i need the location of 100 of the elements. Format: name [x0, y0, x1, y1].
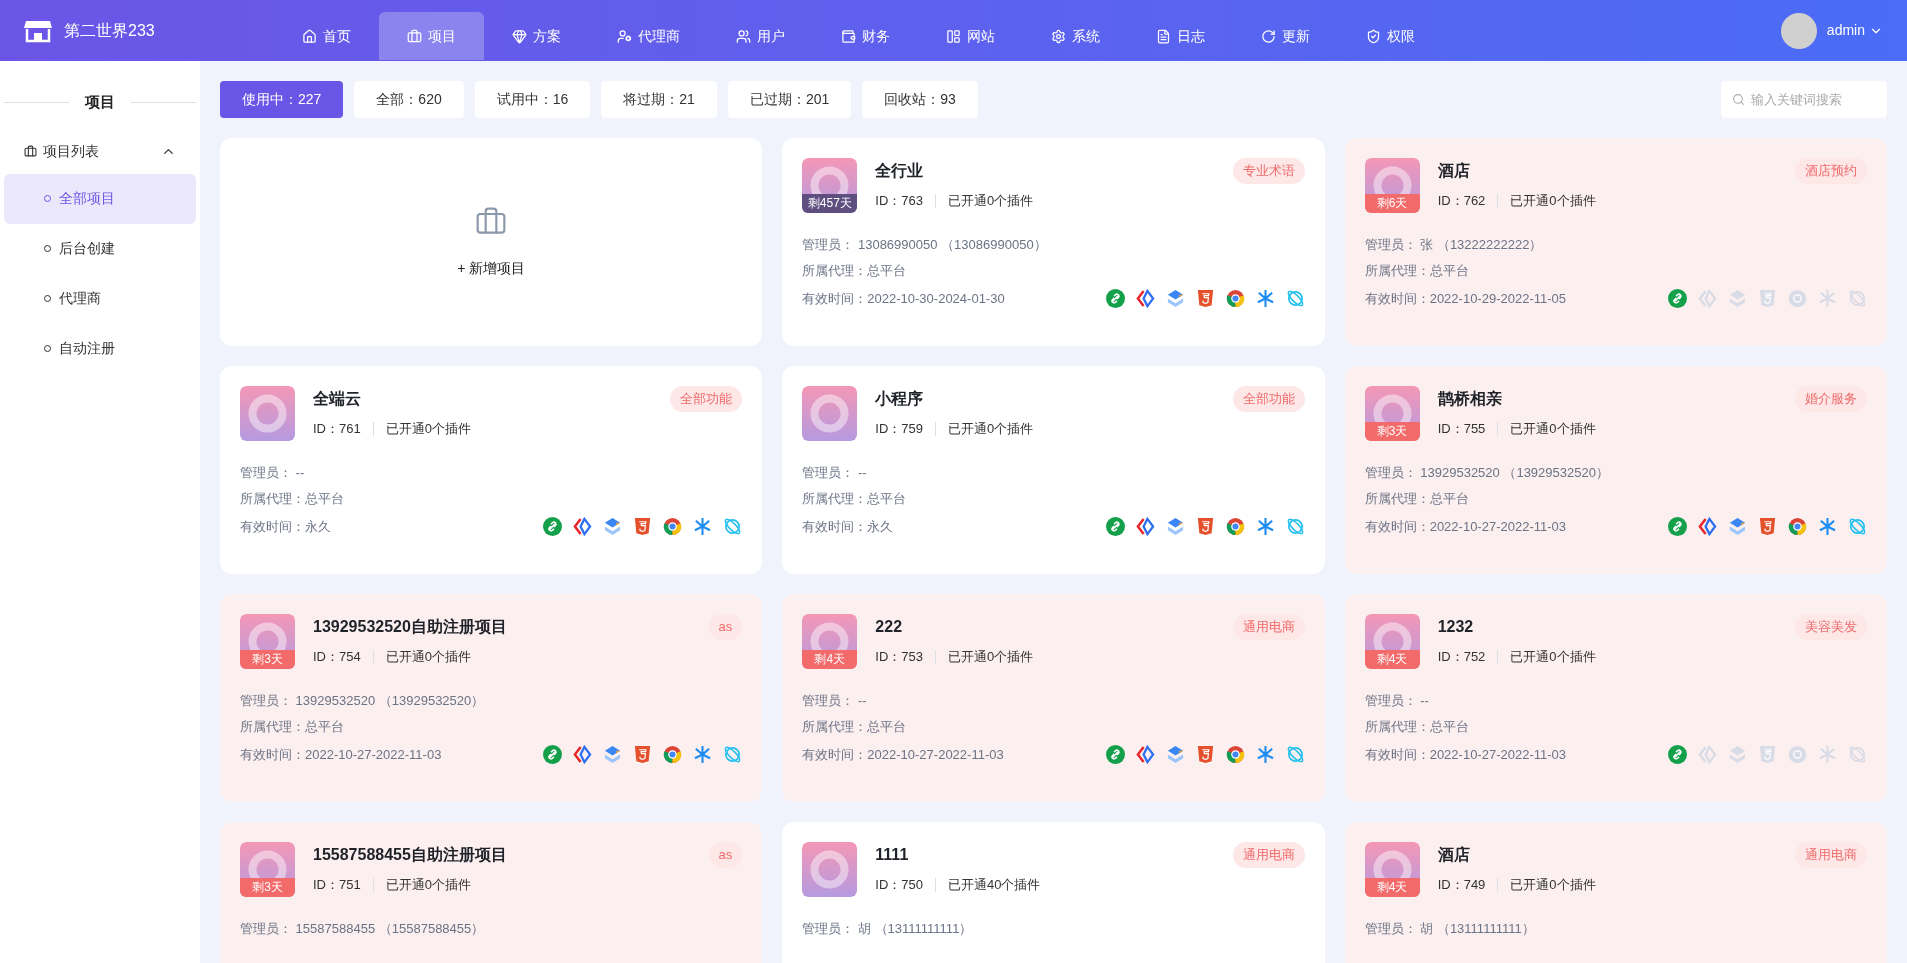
settings-icon — [1051, 28, 1066, 44]
project-card[interactable]: 剩457天 全行业 专业术语 ID：763 已开通0个插件 管理员： 13086990050 （13086990050） 所属代理：总平台 有效时间：2022-10-30-2024-01-30 — [782, 138, 1325, 346]
nav-tab[interactable]: 首页 — [274, 12, 379, 60]
agent-text: 所属代理：总平台 — [240, 719, 344, 735]
sidebar-item[interactable]: 后台创建 — [4, 223, 196, 274]
admin-text: 管理员： -- — [1364, 693, 1429, 709]
home-icon — [302, 28, 317, 44]
search-icon — [1732, 93, 1745, 106]
admin-text: 管理员： 13929532520 （13929532520） — [1364, 465, 1609, 481]
agent-text: 所属代理：总平台 — [1364, 491, 1469, 507]
project-id: ID：759 — [875, 420, 924, 438]
nav-tab[interactable]: 代理商 — [589, 12, 708, 60]
nav-tab[interactable]: 系统 — [1023, 12, 1128, 60]
users-icon — [736, 28, 751, 44]
sidebar-item[interactable]: 自动注册 — [4, 323, 196, 374]
plugin-count: 已开通40个插件 — [948, 876, 1041, 894]
admin-text: 管理员： -- — [802, 465, 867, 481]
valid-period: 有效时间：2022-10-27-2022-11-03 — [1364, 746, 1567, 763]
group-toggle[interactable]: 项目列表 — [4, 131, 196, 172]
filter-tab[interactable]: 回收站：93 — [862, 81, 978, 118]
agent-text: 所属代理：总平台 — [802, 263, 907, 279]
project-name: 13929532520自助注册项目 — [313, 617, 507, 637]
document-icon — [1156, 28, 1171, 44]
project-card[interactable]: 剩3天 鹊桥相亲 婚介服务 ID：755 已开通0个插件 管理员： 13929532520 （13929532520） 所属代理：总平台 有效时间：2022-10-27-2022-11-03 — [1344, 366, 1887, 574]
filter-tab[interactable]: 试用中：16 — [474, 81, 591, 118]
days-left-badge: 剩457天 — [802, 194, 858, 213]
project-id: ID：762 — [1437, 192, 1486, 210]
project-name: 222 — [875, 617, 903, 637]
project-card[interactable]: 小程序 全部功能 ID：759 已开通0个插件 管理员： -- 所属代理：总平台 有效时间：永久 — [782, 366, 1325, 574]
filter-tab[interactable]: 全部：620 — [354, 81, 464, 118]
admin-text: 管理员： 13086990050 （13086990050） — [802, 237, 1047, 253]
ring-icon — [240, 386, 295, 441]
project-name: 1232 — [1437, 617, 1474, 637]
project-name: 1111 — [875, 845, 909, 865]
category-tag: 全部功能 — [670, 386, 743, 412]
nav-tab[interactable]: 财务 — [813, 12, 918, 60]
project-id: ID：753 — [875, 648, 924, 666]
project-name: 鹊桥相亲 — [1437, 389, 1502, 409]
plugin-count: 已开通0个插件 — [1510, 420, 1596, 438]
nav-tab[interactable]: 更新 — [1233, 12, 1338, 60]
shield-icon — [1366, 28, 1381, 44]
project-card[interactable]: 剩4天 222 通用电商 ID：753 已开通0个插件 管理员： -- 所属代理：总平台 有效时间：2022-10-27-2022-11-03 — [782, 594, 1325, 802]
category-tag: 美容美发 — [1795, 614, 1867, 640]
project-id: ID：751 — [313, 876, 361, 894]
sidebar-item[interactable]: 全部项目 — [4, 173, 196, 224]
project-card[interactable]: 剩4天 酒店 通用电商 ID：749 已开通0个插件 管理员： 胡 （13111111111） — [1344, 822, 1887, 963]
admin-text: 管理员： 13929532520 （13929532520） — [240, 693, 485, 709]
store-icon — [24, 18, 52, 43]
project-card[interactable]: 1111 通用电商 ID：750 已开通40个插件 管理员： 胡 （13111111111） — [782, 822, 1325, 963]
diamond-icon — [512, 28, 527, 44]
user-menu[interactable]: admin — [1826, 20, 1883, 41]
project-name: 酒店 — [1437, 845, 1470, 865]
admin-text: 管理员： -- — [802, 693, 867, 709]
project-card[interactable]: 全端云 全部功能 ID：761 已开通0个插件 管理员： -- 所属代理：总平台 有效时间：永久 — [220, 366, 763, 574]
search-field[interactable]: 输入关键词搜索 — [1721, 81, 1887, 118]
valid-period: 有效时间：2022-10-30-2024-01-30 — [802, 290, 1005, 307]
sidebar-title: 项目 — [85, 92, 115, 112]
user-icon — [617, 28, 632, 44]
days-left-badge: 剩6天 — [1364, 194, 1420, 213]
nav-tab[interactable]: 权限 — [1338, 12, 1443, 60]
project-card[interactable]: 剩6天 酒店 酒店预约 ID：762 已开通0个插件 管理员： 张 （13222222222） 所属代理：总平台 有效时间：2022-10-29-2022-11-05 — [1344, 138, 1887, 346]
briefcase-icon — [24, 145, 37, 158]
nav-tab[interactable]: 方案 — [484, 12, 589, 60]
project-id: ID：749 — [1437, 876, 1486, 894]
project-card[interactable]: 剩4天 1232 美容美发 ID：752 已开通0个插件 管理员： -- 所属代理：总平台 有效时间：2022-10-27-2022-11-03 — [1344, 594, 1887, 802]
sidebar-item[interactable]: 代理商 — [4, 273, 196, 324]
project-card[interactable]: 剩3天 15587588455自助注册项目 as ID：751 已开通0个插件 管理员： 15587588455 （15587588455） — [220, 822, 763, 963]
project-id: ID：761 — [313, 420, 361, 438]
admin-text: 管理员： 胡 （13111111111） — [802, 921, 973, 937]
filter-tab[interactable]: 将过期：21 — [601, 81, 717, 118]
project-card[interactable]: 剩3天 13929532520自助注册项目 as ID：754 已开通0个插件 管理员： 13929532520 （13929532520） 所属代理：总平台 有效时间：2022-10-27-2022-11-03 — [220, 594, 763, 802]
filter-tab[interactable]: 使用中：227 — [220, 81, 344, 118]
category-tag: 通用电商 — [1232, 614, 1305, 640]
category-tag: as — [708, 614, 743, 640]
plugin-count: 已开通0个插件 — [385, 876, 471, 894]
project-name: 酒店 — [1437, 161, 1470, 181]
agent-text: 所属代理：总平台 — [240, 491, 344, 507]
valid-period: 有效时间：2022-10-27-2022-11-03 — [802, 746, 1004, 763]
filter-tab[interactable]: 已过期：201 — [727, 81, 852, 118]
plugin-count: 已开通0个插件 — [385, 648, 471, 666]
nav-tab[interactable]: 用户 — [708, 12, 813, 60]
project-id: ID：754 — [313, 648, 361, 666]
project-id: ID：752 — [1437, 648, 1486, 666]
nav-tab[interactable]: 网站 — [918, 12, 1023, 60]
new-project-card[interactable]: + 新增项目 — [220, 138, 763, 346]
category-tag: 专业术语 — [1232, 158, 1305, 184]
project-id: ID：750 — [875, 876, 924, 894]
nav-tab[interactable]: 日志 — [1128, 12, 1233, 60]
ring-icon — [802, 842, 858, 897]
avatar[interactable] — [1780, 12, 1817, 49]
valid-period: 有效时间：2022-10-27-2022-11-03 — [1364, 518, 1567, 535]
project-name: 全端云 — [313, 389, 361, 409]
valid-period: 有效时间：永久 — [240, 518, 331, 535]
project-name: 15587588455自助注册项目 — [313, 845, 507, 865]
days-left-badge: 剩4天 — [802, 650, 858, 669]
agent-text: 所属代理：总平台 — [1364, 263, 1469, 279]
admin-text: 管理员： -- — [240, 465, 305, 481]
agent-text: 所属代理：总平台 — [802, 491, 907, 507]
category-tag: 通用电商 — [1232, 842, 1305, 868]
plugin-count: 已开通0个插件 — [1510, 192, 1596, 210]
